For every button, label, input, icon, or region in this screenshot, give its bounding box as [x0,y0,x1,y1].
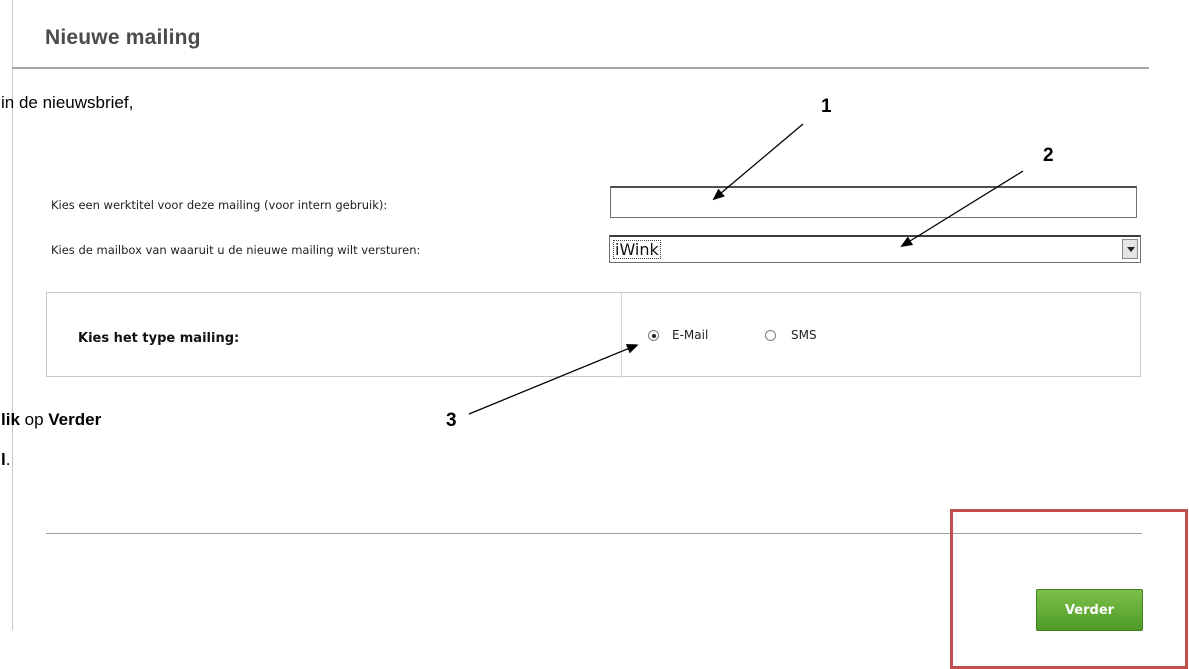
callout-arrows [468,123,1024,415]
callout-arrow-2 [900,170,1024,248]
callout-arrow-3 [468,344,639,415]
callout-arrow-1 [712,123,804,201]
